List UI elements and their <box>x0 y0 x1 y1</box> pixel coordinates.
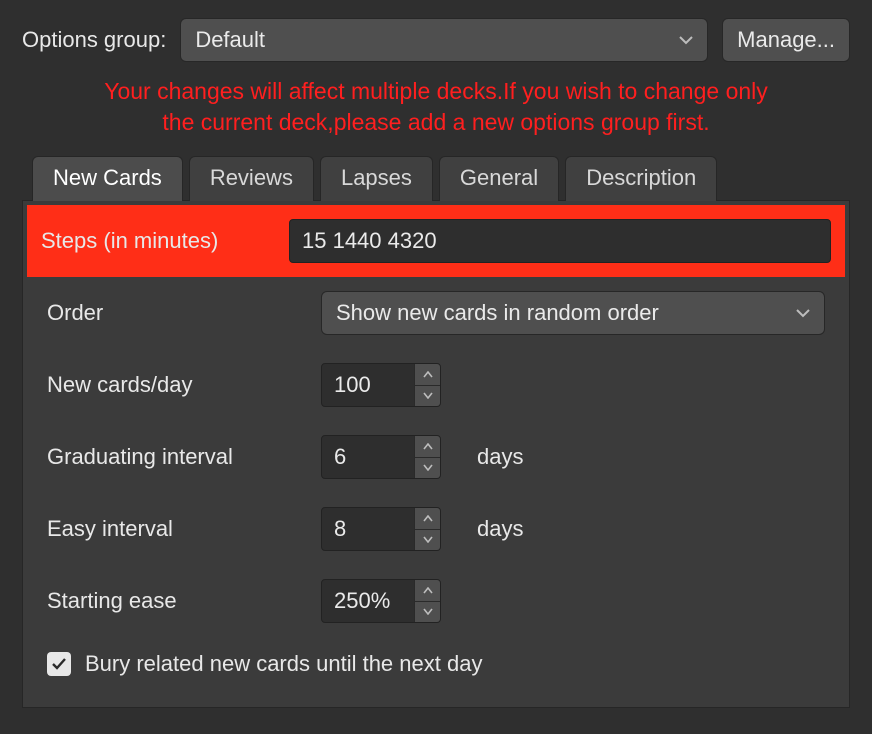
starting-ease-value: 250% <box>322 588 414 614</box>
spinner-down-button[interactable] <box>415 602 440 623</box>
easy-interval-value: 8 <box>322 516 414 542</box>
graduating-interval-value: 6 <box>322 444 414 470</box>
graduating-interval-spinner[interactable]: 6 <box>321 435 441 479</box>
days-suffix: days <box>477 516 523 542</box>
spinner-up-button[interactable] <box>415 364 440 386</box>
order-value: Show new cards in random order <box>336 300 659 326</box>
bury-checkbox[interactable] <box>47 652 71 676</box>
warning-line2: the current deck,please add a new option… <box>162 109 709 135</box>
tab-bar: New Cards Reviews Lapses General Descrip… <box>32 156 850 201</box>
tab-description[interactable]: Description <box>565 156 717 201</box>
spinner-buttons <box>414 364 440 406</box>
spinner-down-button[interactable] <box>415 458 440 479</box>
new-cards-day-spinner[interactable]: 100 <box>321 363 441 407</box>
tab-reviews[interactable]: Reviews <box>189 156 314 201</box>
warning-line1: Your changes will affect multiple decks.… <box>104 78 768 104</box>
spinner-down-button[interactable] <box>415 386 440 407</box>
new-cards-day-value: 100 <box>322 372 414 398</box>
tab-panel: Steps (in minutes) Order Show new cards … <box>22 200 850 708</box>
header-row: Options group: Default Manage... <box>22 18 850 62</box>
bury-label: Bury related new cards until the next da… <box>85 651 482 677</box>
days-suffix: days <box>477 444 523 470</box>
spinner-buttons <box>414 436 440 478</box>
easy-interval-label: Easy interval <box>47 516 305 542</box>
manage-button[interactable]: Manage... <box>722 18 850 62</box>
options-group-select[interactable]: Default <box>180 18 708 62</box>
spinner-up-button[interactable] <box>415 580 440 602</box>
spinner-buttons <box>414 508 440 550</box>
spinner-buttons <box>414 580 440 622</box>
steps-input[interactable] <box>289 219 831 263</box>
warning-text: Your changes will affect multiple decks.… <box>28 76 844 138</box>
starting-ease-label: Starting ease <box>47 588 305 614</box>
order-select[interactable]: Show new cards in random order <box>321 291 825 335</box>
chevron-down-icon <box>796 308 810 318</box>
options-group-value: Default <box>195 27 265 53</box>
easy-interval-spinner[interactable]: 8 <box>321 507 441 551</box>
tab-new-cards[interactable]: New Cards <box>32 156 183 201</box>
graduating-interval-label: Graduating interval <box>47 444 305 470</box>
manage-button-label: Manage... <box>737 27 835 53</box>
order-label: Order <box>47 300 305 326</box>
options-group-label: Options group: <box>22 27 166 53</box>
tab-general[interactable]: General <box>439 156 559 201</box>
steps-highlight: Steps (in minutes) <box>27 205 845 277</box>
starting-ease-spinner[interactable]: 250% <box>321 579 441 623</box>
new-cards-day-label: New cards/day <box>47 372 305 398</box>
dialog-body: Options group: Default Manage... Your ch… <box>0 0 872 708</box>
chevron-down-icon <box>679 35 693 45</box>
steps-label: Steps (in minutes) <box>41 228 279 254</box>
spinner-down-button[interactable] <box>415 530 440 551</box>
tab-lapses[interactable]: Lapses <box>320 156 433 201</box>
spinner-up-button[interactable] <box>415 508 440 530</box>
spinner-up-button[interactable] <box>415 436 440 458</box>
